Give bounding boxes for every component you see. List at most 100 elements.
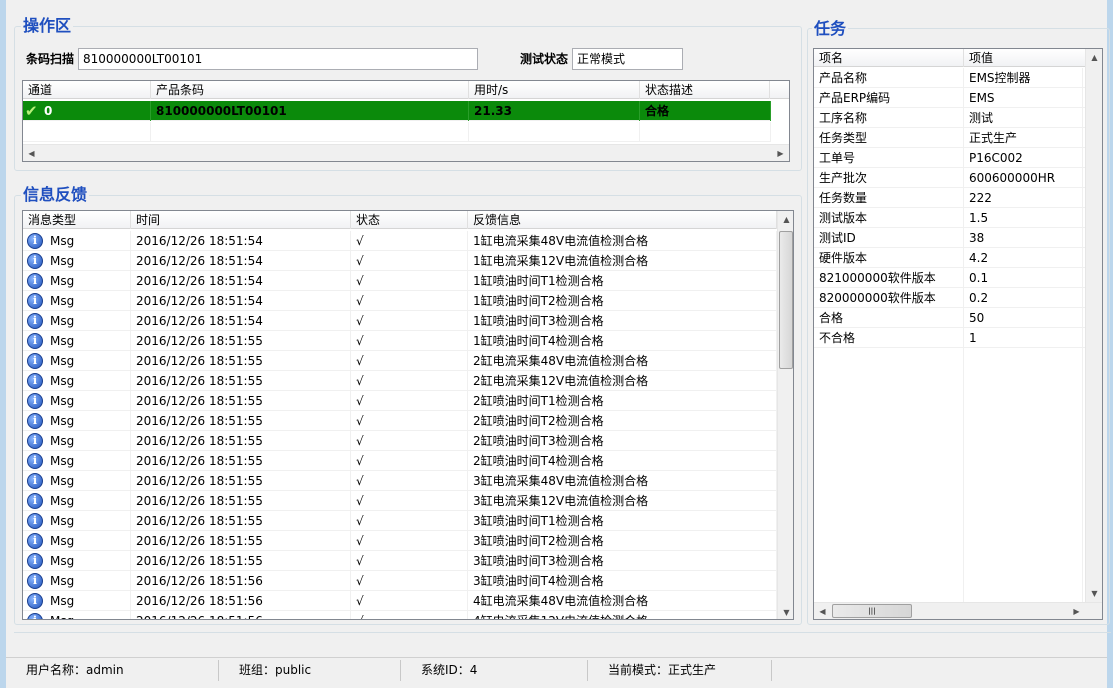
col-header-name[interactable]: 项名	[814, 49, 964, 67]
feedback-row[interactable]: i Msg 2016/12/26 18:51:55 √ 2缸喷油时间T2检测合格	[23, 411, 777, 431]
task-grid[interactable]: 项名 项值 产品名称 EMS控制器 产品ERP编码 EMS 工序名称 测试 任务类型 正式生产…	[813, 48, 1103, 620]
info-icon: i	[27, 593, 43, 609]
scroll-thumb[interactable]: |||	[832, 604, 912, 618]
task-row[interactable]: 任务数量 222	[814, 188, 1086, 208]
status-system-id: 系统ID：4	[401, 660, 588, 681]
feedback-row[interactable]: i Msg 2016/12/26 18:51:54 √ 1缸电流采集12V电流值检测合格	[23, 251, 777, 271]
feedback-grid-vscroll[interactable]: ▲ ▼	[777, 211, 793, 619]
col-header-state[interactable]: 状态	[351, 211, 468, 229]
task-name-cell: 不合格	[814, 328, 964, 348]
task-row[interactable]: 产品ERP编码 EMS	[814, 88, 1086, 108]
col-header-status[interactable]: 状态描述	[640, 81, 770, 99]
window-frame: 操作区 条码扫描 810000000LT00101 测试状态 正常模式 通道 产…	[0, 0, 1113, 688]
mode-input[interactable]: 正常模式	[572, 48, 683, 70]
task-value-cell: 1	[964, 328, 1083, 348]
channel-grid[interactable]: 通道 产品条码 用时/s 状态描述 ✔ 0 810000000LT00101 2…	[22, 80, 790, 162]
feedback-time-cell: 2016/12/26 18:51:55	[131, 551, 351, 571]
feedback-row[interactable]: i Msg 2016/12/26 18:51:56 √ 4缸电流采集48V电流值检测合格	[23, 591, 777, 611]
feedback-row[interactable]: i Msg 2016/12/26 18:51:55 √ 3缸喷油时间T1检测合格	[23, 511, 777, 531]
feedback-type-cell: Msg	[45, 551, 131, 571]
task-row[interactable]: 任务类型 正式生产	[814, 128, 1086, 148]
task-row[interactable]: 821000000软件版本 0.1	[814, 268, 1086, 288]
task-filler	[814, 348, 1086, 602]
feedback-info-cell: 1缸喷油时间T4检测合格	[468, 331, 777, 351]
feedback-state-cell: √	[351, 291, 468, 311]
info-icon: i	[27, 613, 43, 619]
feedback-state-cell: √	[351, 611, 468, 619]
feedback-state-cell: √	[351, 411, 468, 431]
empty-cell	[469, 122, 640, 142]
feedback-row[interactable]: i Msg 2016/12/26 18:51:55 √ 2缸喷油时间T1检测合格	[23, 391, 777, 411]
feedback-state-cell: √	[351, 531, 468, 551]
feedback-info-cell: 2缸喷油时间T4检测合格	[468, 451, 777, 471]
task-name-cell: 工序名称	[814, 108, 964, 128]
feedback-row[interactable]: i Msg 2016/12/26 18:51:55 √ 1缸喷油时间T4检测合格	[23, 331, 777, 351]
feedback-type-cell: Msg	[45, 251, 131, 271]
feedback-row[interactable]: i Msg 2016/12/26 18:51:55 √ 2缸电流采集48V电流值检测合格	[23, 351, 777, 371]
channel-row[interactable]: ✔ 0 810000000LT00101 21.33 合格	[23, 101, 771, 121]
task-row[interactable]: 合格 50	[814, 308, 1086, 328]
info-icon: i	[27, 293, 43, 309]
feedback-row[interactable]: iMsg2016/12/26 18:51:56√4缸电流采集12V电流值检测合格	[23, 611, 777, 619]
task-grid-hscroll[interactable]: ◀ ||| ▶	[814, 602, 1102, 619]
feedback-row[interactable]: i Msg 2016/12/26 18:51:55 √ 3缸电流采集48V电流值检测合格	[23, 471, 777, 491]
task-grid-header: 项名 项值	[814, 49, 1086, 67]
col-header-type[interactable]: 消息类型	[23, 211, 131, 229]
col-header-info[interactable]: 反馈信息	[468, 211, 777, 229]
task-row[interactable]: 工序名称 测试	[814, 108, 1086, 128]
feedback-row[interactable]: i Msg 2016/12/26 18:51:54 √ 1缸电流采集48V电流值检测合格	[23, 231, 777, 251]
feedback-time-cell: 2016/12/26 18:51:55	[131, 411, 351, 431]
feedback-row[interactable]: i Msg 2016/12/26 18:51:54 √ 1缸喷油时间T3检测合格	[23, 311, 777, 331]
feedback-row[interactable]: i Msg 2016/12/26 18:51:55 √ 3缸喷油时间T3检测合格	[23, 551, 777, 571]
feedback-time-cell: 2016/12/26 18:51:55	[131, 471, 351, 491]
info-icon: i	[27, 373, 43, 389]
info-icon: i	[27, 513, 43, 529]
task-row[interactable]: 生产批次 600600000HR	[814, 168, 1086, 188]
filler-cell	[964, 348, 1083, 602]
feedback-row[interactable]: i Msg 2016/12/26 18:51:55 √ 2缸喷油时间T3检测合格	[23, 431, 777, 451]
scroll-right-icon[interactable]: ▶	[1068, 603, 1085, 619]
scroll-thumb[interactable]	[779, 231, 793, 369]
feedback-row[interactable]: i Msg 2016/12/26 18:51:55 √ 3缸电流采集12V电流值检测合格	[23, 491, 777, 511]
feedback-row[interactable]: i Msg 2016/12/26 18:51:56 √ 3缸喷油时间T4检测合格	[23, 571, 777, 591]
scroll-down-icon[interactable]: ▼	[1086, 585, 1102, 602]
time-cell: 21.33	[469, 101, 640, 121]
barcode-input[interactable]: 810000000LT00101	[78, 48, 478, 70]
col-header-channel[interactable]: 通道	[23, 81, 151, 99]
task-grid-vscroll[interactable]: ▲ ▼	[1085, 49, 1102, 602]
task-row[interactable]: 工单号 P16C002	[814, 148, 1086, 168]
task-name-cell: 产品名称	[814, 68, 964, 88]
task-row[interactable]: 硬件版本 4.2	[814, 248, 1086, 268]
col-header-value[interactable]: 项值	[964, 49, 1086, 67]
info-icon: i	[27, 313, 43, 329]
task-row[interactable]: 不合格 1	[814, 328, 1086, 348]
col-header-time[interactable]: 时间	[131, 211, 351, 229]
scroll-up-icon[interactable]: ▲	[1086, 49, 1102, 66]
feedback-row[interactable]: i Msg 2016/12/26 18:51:54 √ 1缸喷油时间T1检测合格	[23, 271, 777, 291]
scroll-right-icon[interactable]: ▶	[772, 145, 789, 161]
scroll-up-icon[interactable]: ▲	[778, 211, 793, 228]
feedback-grid[interactable]: 消息类型 时间 状态 反馈信息 i Msg 2016/12/26 18:51:54 √…	[22, 210, 794, 620]
task-row[interactable]: 测试ID 38	[814, 228, 1086, 248]
task-row[interactable]: 820000000软件版本 0.2	[814, 288, 1086, 308]
feedback-time-cell: 2016/12/26 18:51:55	[131, 391, 351, 411]
feedback-row[interactable]: i Msg 2016/12/26 18:51:55 √ 2缸电流采集12V电流值检测合格	[23, 371, 777, 391]
task-row[interactable]: 测试版本 1.5	[814, 208, 1086, 228]
feedback-row[interactable]: i Msg 2016/12/26 18:51:54 √ 1缸喷油时间T2检测合格	[23, 291, 777, 311]
feedback-row[interactable]: i Msg 2016/12/26 18:51:55 √ 2缸喷油时间T4检测合格	[23, 451, 777, 471]
feedback-state-cell: √	[351, 591, 468, 611]
feedback-type-cell: Msg	[45, 411, 131, 431]
col-header-barcode[interactable]: 产品条码	[151, 81, 469, 99]
feedback-state-cell: √	[351, 551, 468, 571]
scroll-left-icon[interactable]: ◀	[814, 603, 831, 619]
channel-grid-hscroll[interactable]: ◀ ▶	[23, 144, 789, 161]
status-user: 用户名称：admin	[6, 660, 219, 681]
info-icon: i	[27, 573, 43, 589]
scroll-down-icon[interactable]: ▼	[778, 604, 793, 619]
barcode-cell: 810000000LT00101	[151, 101, 469, 121]
task-row[interactable]: 产品名称 EMS控制器	[814, 68, 1086, 88]
feedback-row[interactable]: i Msg 2016/12/26 18:51:55 √ 3缸喷油时间T2检测合格	[23, 531, 777, 551]
task-title: 任务	[812, 19, 849, 38]
col-header-time[interactable]: 用时/s	[469, 81, 640, 99]
scroll-left-icon[interactable]: ◀	[23, 145, 40, 161]
